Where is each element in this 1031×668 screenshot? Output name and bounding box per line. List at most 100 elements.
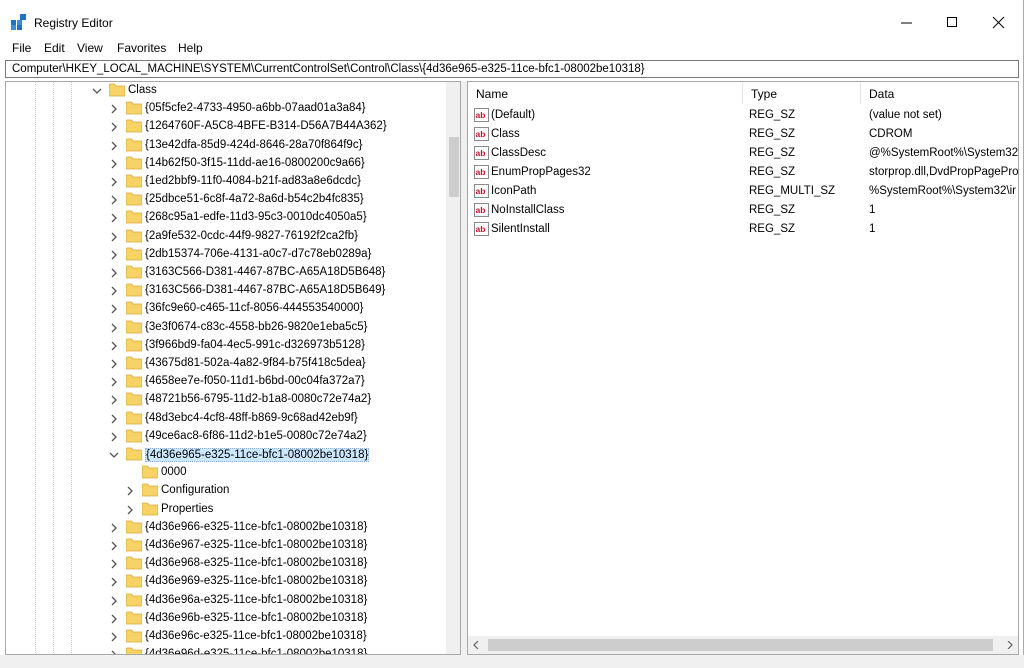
chevron-right-icon[interactable] [109,159,119,169]
tree-node[interactable]: {1264760F-A5C8-4BFE-B314-D56A7B44A362} [6,118,446,136]
chevron-right-icon[interactable] [109,359,119,369]
menu-view[interactable]: View [77,41,103,55]
minimize-button[interactable] [884,8,930,38]
value-row[interactable]: ab NoInstallClass REG_SZ 1 [468,201,1018,220]
chevron-right-icon[interactable] [109,268,119,278]
tree-node[interactable]: {49ce6ac8-6f86-11d2-b1e5-0080c72e74a2} [6,428,446,446]
value-row[interactable]: ab ClassDesc REG_SZ @%SystemRoot%\System32\ [468,144,1018,163]
tree-node[interactable]: {05f5cfe2-4733-4950-a6bb-07aad01a3a84} [6,100,446,118]
tree-node[interactable]: {268c95a1-edfe-11d3-95c3-0010dc4050a5} [6,209,446,227]
chevron-right-icon[interactable] [109,577,119,587]
tree-scroll-thumb[interactable] [449,137,459,197]
chevron-right-icon[interactable] [109,323,119,333]
tree-node[interactable]: {4d36e96b-e325-11ce-bfc1-08002be10318} [6,610,446,628]
chevron-right-icon[interactable] [109,377,119,387]
tree-node[interactable]: {3163C566-D381-4467-87BC-A65A18D5B649} [6,282,446,300]
tree-node[interactable]: {4d36e966-e325-11ce-bfc1-08002be10318} [6,519,446,537]
chevron-right-icon[interactable] [109,122,119,132]
tree-node[interactable]: {4d36e968-e325-11ce-bfc1-08002be10318} [6,555,446,573]
value-row[interactable]: ab Class REG_SZ CDROM [468,125,1018,144]
list-horizontal-scrollbar[interactable] [468,636,1018,654]
tree-node-child[interactable]: 0000 [6,464,446,482]
value-row[interactable]: ab IconPath REG_MULTI_SZ %SystemRoot%\Syste… [468,182,1018,201]
value-type: REG_SZ [749,128,796,140]
menu-edit[interactable]: Edit [44,41,65,55]
chevron-right-icon[interactable] [109,523,119,533]
tree-node[interactable]: {4d36e96c-e325-11ce-bfc1-08002be10318} [6,628,446,646]
value-row[interactable]: ab SilentInstall REG_SZ 1 [468,220,1018,239]
tree-node-selected[interactable]: {4d36e965-e325-11ce-bfc1-08002be10318} [6,446,446,464]
chevron-down-icon[interactable] [109,450,119,460]
tree-node[interactable]: {4d36e967-e325-11ce-bfc1-08002be10318} [6,537,446,555]
column-header-type[interactable]: Type [743,82,861,104]
tree-node[interactable]: {4d36e96a-e325-11ce-bfc1-08002be10318} [6,592,446,610]
chevron-right-icon[interactable] [109,104,119,114]
tree-node-label: {4d36e966-e325-11ce-bfc1-08002be10318} [145,520,368,533]
chevron-right-icon[interactable] [109,414,119,424]
tree-node[interactable]: {36fc9e60-c465-11cf-8056-444553540000} [6,300,446,318]
tree-node-child[interactable]: Properties [6,501,446,519]
tree-node[interactable]: {13e42dfa-85d9-424d-8646-28a70f864f9c} [6,137,446,155]
chevron-right-icon[interactable] [109,395,119,405]
scroll-right-icon[interactable] [1006,641,1014,649]
folder-icon [142,465,158,479]
chevron-right-icon[interactable] [109,559,119,569]
chevron-right-icon[interactable] [109,304,119,314]
tree-node-label: {268c95a1-edfe-11d3-95c3-0010dc4050a5} [145,211,367,224]
tree-node[interactable]: {3f966bd9-fa04-4ec5-991c-d326973b5128} [6,337,446,355]
tree-node[interactable]: {3e3f0674-c83c-4558-bb26-9820e1eba5c5} [6,319,446,337]
column-header-data[interactable]: Data [861,82,1018,104]
svg-text:ab: ab [476,129,486,139]
tree-node[interactable]: {4d36e96d-e325-11ce-bfc1-08002be10318} [6,646,446,654]
close-button[interactable] [976,8,1022,38]
menu-help[interactable]: Help [178,41,203,55]
tree-node[interactable]: {48d3ebc4-4cf8-48ff-b869-9c68ad42eb9f} [6,410,446,428]
chevron-right-icon[interactable] [109,195,119,205]
address-path: Computer\HKEY_LOCAL_MACHINE\SYSTEM\Curre… [12,63,645,75]
tree-node[interactable]: {48721b56-6795-11d2-b1a8-0080c72e74a2} [6,391,446,409]
chevron-right-icon[interactable] [109,177,119,187]
tree-node[interactable]: {43675d81-502a-4a82-9f84-b75f418c5dea} [6,355,446,373]
menu-favorites[interactable]: Favorites [117,41,166,55]
chevron-right-icon[interactable] [109,596,119,606]
tree-node[interactable]: {4658ee7e-f050-11d1-b6bd-00c04fa372a7} [6,373,446,391]
tree-node[interactable]: {2db15374-706e-4131-a0c7-d7c78eb0289a} [6,246,446,264]
registry-editor-icon [11,14,26,30]
address-bar[interactable]: Computer\HKEY_LOCAL_MACHINE\SYSTEM\Curre… [5,60,1019,78]
chevron-right-icon[interactable] [109,232,119,242]
tree-node[interactable]: {2a9fe532-0cdc-44f9-9827-76192f2ca2fb} [6,228,446,246]
tree-vertical-scrollbar[interactable] [446,82,460,654]
chevron-right-icon[interactable] [109,614,119,624]
chevron-right-icon[interactable] [109,250,119,260]
tree-node-child[interactable]: Configuration [6,482,446,500]
tree-node[interactable]: {4d36e969-e325-11ce-bfc1-08002be10318} [6,573,446,591]
tree-node[interactable]: {14b62f50-3f15-11dd-ae16-0800200c9a66} [6,155,446,173]
chevron-right-icon[interactable] [109,141,119,151]
chevron-right-icon[interactable] [109,286,119,296]
tree-node-label: 0000 [161,466,187,479]
chevron-right-icon[interactable] [125,505,135,515]
maximize-button[interactable] [930,8,976,38]
chevron-down-icon[interactable] [92,86,102,96]
chevron-right-icon[interactable] [109,341,119,351]
menu-file[interactable]: File [12,41,31,55]
chevron-right-icon[interactable] [109,632,119,642]
value-row[interactable]: ab EnumPropPages32 REG_SZ storprop.dll,DvdP… [468,163,1018,182]
tree-node-label: {1264760F-A5C8-4BFE-B314-D56A7B44A362} [145,120,387,133]
chevron-right-icon[interactable] [109,432,119,442]
tree-node[interactable]: {1ed2bbf9-11f0-4084-b21f-ad83a8e6dcdc} [6,173,446,191]
tree-node[interactable]: {3163C566-D381-4467-87BC-A65A18D5B648} [6,264,446,282]
chevron-right-icon[interactable] [125,486,135,496]
string-value-icon: ab [474,203,489,217]
chevron-right-icon[interactable] [109,541,119,551]
tree-node-label: {3163C566-D381-4467-87BC-A65A18D5B648} [145,266,386,278]
tree-node-class[interactable]: Class [6,82,446,100]
value-row[interactable]: ab (Default) REG_SZ (value not set) [468,106,1018,125]
chevron-right-icon[interactable] [109,213,119,223]
scroll-left-icon[interactable] [472,641,480,649]
list-scroll-thumb[interactable] [488,639,993,651]
tree-node-label: {3163C566-D381-4467-87BC-A65A18D5B649} [145,284,386,297]
tree-node[interactable]: {25dbce51-6c8f-4a72-8a6d-b54c2b4fc835} [6,191,446,209]
column-header-name[interactable]: Name [468,82,743,104]
folder-icon [126,611,142,625]
